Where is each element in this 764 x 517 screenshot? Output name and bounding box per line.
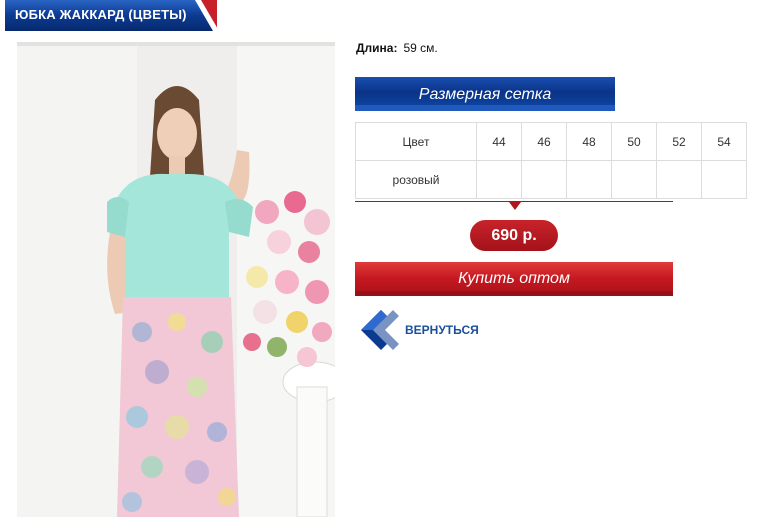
size-table-qty-cell-44[interactable] xyxy=(476,160,522,199)
price-badge: 690 р. xyxy=(470,220,558,251)
buy-wholesale-button[interactable]: Купить оптом xyxy=(355,262,673,296)
size-table-header-54: 54 xyxy=(701,122,747,161)
size-table-header-color: Цвет xyxy=(355,122,477,161)
back-link[interactable]: ВЕРНУТЬСЯ xyxy=(355,306,495,354)
back-label: ВЕРНУТЬСЯ xyxy=(405,323,479,337)
size-table-qty-cell-54[interactable] xyxy=(701,160,747,199)
length-value: 59 см. xyxy=(403,41,438,55)
size-table-row: розовый xyxy=(355,160,747,199)
double-chevron-left-icon xyxy=(361,310,399,350)
size-table-qty-cell-52[interactable] xyxy=(656,160,702,199)
product-title-badge: ЮБКА ЖАККАРД (ЦВЕТЫ) xyxy=(5,0,217,31)
buy-button-label: Купить оптом xyxy=(458,270,570,287)
size-table-qty-cell-48[interactable] xyxy=(566,160,612,199)
size-table-header-52: 52 xyxy=(656,122,702,161)
size-table-header-row: Цвет 44 46 48 50 52 54 xyxy=(355,122,747,161)
size-chart-label: Размерная сетка xyxy=(418,86,552,103)
length-label: Длина: xyxy=(356,41,398,55)
product-title: ЮБКА ЖАККАРД (ЦВЕТЫ) xyxy=(15,7,187,22)
size-chart-button[interactable]: Размерная сетка xyxy=(355,77,615,111)
size-table-color-cell: розовый xyxy=(355,160,477,199)
size-table-header-50: 50 xyxy=(611,122,657,161)
size-table-header-48: 48 xyxy=(566,122,612,161)
size-table: Цвет 44 46 48 50 52 54 розовый xyxy=(355,122,747,199)
size-table-header-44: 44 xyxy=(476,122,522,161)
size-table-header-46: 46 xyxy=(521,122,567,161)
size-table-qty-cell-46[interactable] xyxy=(521,160,567,199)
price-pointer-icon xyxy=(509,202,521,210)
size-table-qty-cell-50[interactable] xyxy=(611,160,657,199)
length-info: Длина: 59 см. xyxy=(356,41,438,55)
product-photo-image xyxy=(17,42,335,517)
product-photo xyxy=(17,42,335,517)
